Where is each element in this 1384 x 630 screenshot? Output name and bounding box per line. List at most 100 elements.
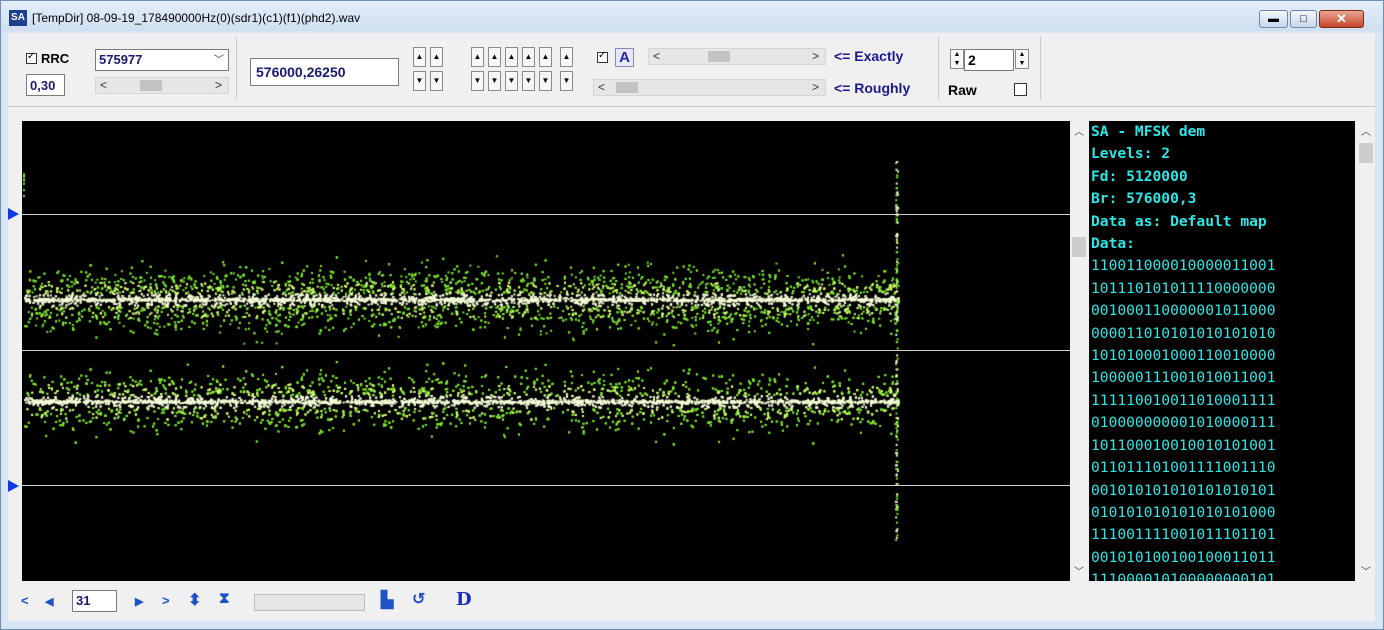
rate-scrollbar[interactable]: < > [95, 77, 229, 94]
previous-page-icon[interactable]: ◀ [45, 595, 53, 608]
scroll-left-icon[interactable]: < [598, 80, 605, 95]
spin-up-icon: ▲ [953, 51, 961, 58]
spin-up-button[interactable]: ▲ [413, 47, 426, 67]
spin-up-button[interactable]: ▲ [505, 47, 518, 67]
bottom-toolbar: < ◀ 31 ▶ > ⬍ ⧗ ▙ ↺ D [8, 585, 1375, 615]
window-title: [TempDir] 08-09-19_178490000Hz(0)(sdr1)(… [32, 11, 361, 25]
rrc-checkbox[interactable] [26, 51, 37, 64]
d-button[interactable]: D [456, 589, 472, 610]
output-line: 111000010100000000101 [1091, 571, 1276, 581]
output-line: Levels: 2 [1091, 145, 1171, 163]
frequency-input[interactable]: 576000,26250 [250, 58, 399, 86]
first-page-icon[interactable]: < [21, 593, 29, 608]
plot-vertical-scrollbar[interactable]: ︿ ﹀ [1070, 121, 1088, 581]
demod-output-lines: SA - MFSK dem Levels: 2 Fd: 5120000 Br: 576… [1089, 121, 1355, 581]
raw-checkbox[interactable] [1014, 83, 1027, 96]
spin-up-button[interactable]: ▲ [539, 47, 552, 67]
output-line: 101010001000110010000 [1091, 347, 1276, 365]
spin-up-button[interactable]: ▲ [471, 47, 484, 67]
rate-combo[interactable]: 575977 ﹀ [95, 49, 229, 71]
toolbar: RRC 0,30 575977 ﹀ < > 576000,26250 ▲ ▼ ▲… [8, 33, 1375, 107]
levels-spin-button[interactable]: ▲ ▼ [950, 49, 964, 69]
divider [236, 37, 237, 99]
page-input[interactable]: 31 [72, 590, 117, 612]
output-line: Data as: Default map [1091, 212, 1267, 230]
spin-down-button[interactable]: ▼ [471, 71, 484, 91]
auto-button[interactable]: A [615, 48, 634, 67]
scroll-left-icon[interactable]: < [653, 49, 660, 64]
scroll-right-icon[interactable]: > [812, 49, 819, 64]
raw-label: Raw [948, 82, 977, 98]
refresh-icon[interactable]: ↺ [412, 589, 425, 609]
plot-canvas[interactable] [22, 121, 1070, 581]
text-vertical-scrollbar[interactable]: ︿ ﹀ [1357, 121, 1375, 581]
levels-spin-button[interactable]: ▲ ▼ [1015, 49, 1029, 69]
output-line: 110011000010000011001 [1091, 257, 1276, 275]
scroll-thumb[interactable] [1359, 143, 1373, 163]
window-bottom-border [1, 621, 1383, 629]
divider [938, 37, 939, 99]
spin-down-button[interactable]: ▼ [488, 71, 501, 91]
output-line: 011011101001111001110 [1091, 459, 1276, 477]
output-line: 001000110000001011000 [1091, 302, 1276, 320]
chevron-down-icon[interactable]: ﹀ [214, 51, 224, 66]
output-line: 010000000001010000111 [1091, 414, 1276, 432]
scroll-thumb[interactable] [708, 51, 730, 62]
scroll-up-icon[interactable]: ︿ [1357, 123, 1375, 138]
output-line: 101100010010010101001 [1091, 436, 1276, 454]
output-line: Br: 576000,3 [1091, 190, 1197, 208]
client-area: RRC 0,30 575977 ﹀ < > 576000,26250 ▲ ▼ ▲… [8, 33, 1375, 621]
level-line [22, 350, 1070, 351]
scroll-right-icon[interactable]: > [215, 78, 222, 93]
output-line: 000011010101010101010 [1091, 324, 1276, 342]
output-line: 001010100100100011011 [1091, 548, 1276, 566]
close-button[interactable]: ✕ [1319, 10, 1364, 28]
next-page-icon[interactable]: ▶ [135, 595, 143, 608]
scroll-left-icon[interactable]: < [100, 78, 107, 93]
exact-scrollbar[interactable]: < > [648, 48, 826, 65]
scroll-up-icon[interactable]: ︿ [1070, 123, 1088, 138]
roughly-label: <= Roughly [834, 80, 911, 96]
spin-down-button[interactable]: ▼ [522, 71, 535, 91]
spin-down-button[interactable]: ▼ [430, 71, 443, 91]
fit-vertical-icon[interactable]: ⧗ [219, 590, 230, 607]
lower-level-marker-icon[interactable] [8, 480, 19, 492]
output-line: 111001111001011101101 [1091, 526, 1276, 544]
spin-up-button[interactable]: ▲ [522, 47, 535, 67]
output-line: 001010101010101010101 [1091, 481, 1276, 499]
scroll-down-icon[interactable]: ﹀ [1357, 563, 1375, 578]
rough-scrollbar[interactable]: < > [593, 79, 826, 96]
auto-checkbox[interactable] [597, 50, 608, 63]
scroll-right-icon[interactable]: > [812, 80, 819, 95]
spin-down-button[interactable]: ▼ [413, 71, 426, 91]
output-line: 010101010101010101000 [1091, 503, 1276, 521]
levels-input[interactable]: 2 [964, 49, 1014, 71]
progress-bar [254, 594, 365, 611]
app-icon[interactable]: SA [9, 10, 27, 26]
scroll-thumb[interactable] [140, 80, 162, 91]
last-page-icon[interactable]: > [162, 593, 170, 608]
output-line: 100000111001010011001 [1091, 369, 1276, 387]
spin-down-icon: ▼ [1018, 60, 1026, 67]
scroll-thumb[interactable] [616, 82, 638, 93]
spin-up-button[interactable]: ▲ [560, 47, 573, 67]
scroll-down-icon[interactable]: ﹀ [1070, 563, 1088, 578]
minimize-button[interactable]: ▬ [1259, 10, 1288, 28]
spin-up-button[interactable]: ▲ [488, 47, 501, 67]
expand-vertical-icon[interactable]: ⬍ [188, 590, 201, 610]
scroll-thumb[interactable] [1072, 237, 1086, 257]
save-icon[interactable]: ▙ [381, 590, 393, 610]
level-line [22, 214, 1070, 215]
maximize-button[interactable]: □ [1290, 10, 1317, 28]
spin-down-button[interactable]: ▼ [505, 71, 518, 91]
spin-down-button[interactable]: ▼ [560, 71, 573, 91]
spin-down-button[interactable]: ▼ [539, 71, 552, 91]
upper-level-marker-icon[interactable] [8, 208, 19, 220]
demod-output-panel: SA - MFSK dem Levels: 2 Fd: 5120000 Br: 576… [1089, 121, 1355, 581]
output-line: Fd: 5120000 [1091, 167, 1188, 185]
output-line: Data: [1091, 235, 1135, 253]
spin-up-button[interactable]: ▲ [430, 47, 443, 67]
output-line: SA - MFSK dem [1091, 123, 1206, 140]
rolloff-input[interactable]: 0,30 [26, 74, 65, 96]
constellation-plot[interactable] [22, 121, 1070, 581]
